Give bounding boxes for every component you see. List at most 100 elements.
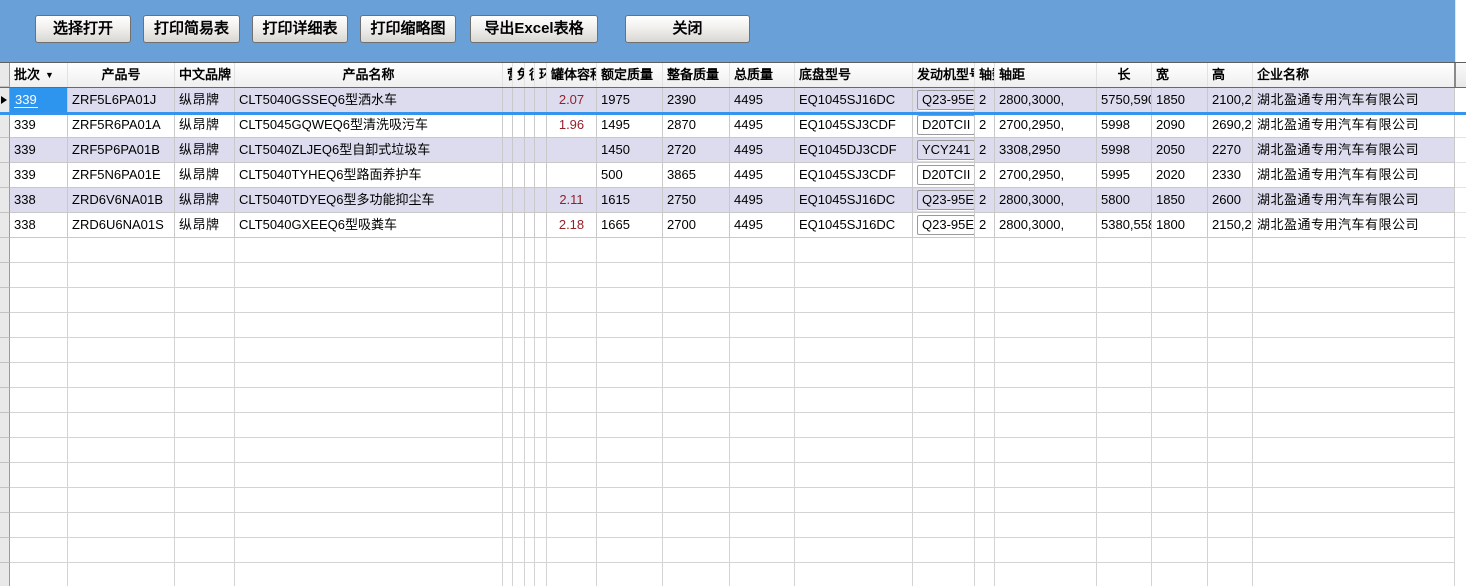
- choose-open-button[interactable]: 选择打开: [35, 15, 131, 43]
- engine-model-box[interactable]: Q23-95E: [917, 215, 975, 235]
- cell-product_no[interactable]: ZRF5N6PA01E: [68, 163, 175, 188]
- cell-f3[interactable]: [525, 188, 535, 213]
- cell-f3[interactable]: [525, 113, 535, 138]
- cell-tank[interactable]: [547, 163, 597, 188]
- cell-company[interactable]: 湖北盈通专用汽车有限公司: [1253, 163, 1455, 188]
- column-header-engine[interactable]: 发动机型号: [913, 63, 975, 87]
- cell-batch[interactable]: 338: [10, 213, 68, 238]
- row-selector-cell[interactable]: [0, 213, 10, 238]
- column-header-width[interactable]: 宽: [1152, 63, 1208, 87]
- cell-length[interactable]: 5750,5900: [1097, 88, 1152, 113]
- cell-curb[interactable]: 2700: [663, 213, 730, 238]
- cell-f2[interactable]: [513, 113, 525, 138]
- column-header-f2[interactable]: 免: [513, 63, 525, 87]
- cell-total[interactable]: 4495: [730, 188, 795, 213]
- cell-brand[interactable]: 纵昂牌: [175, 113, 235, 138]
- cell-f2[interactable]: [513, 88, 525, 113]
- cell-chassis[interactable]: EQ1045SJ16DC: [795, 88, 913, 113]
- cell-width[interactable]: 2090: [1152, 113, 1208, 138]
- cell-wheelbase[interactable]: 2800,3000,: [995, 213, 1097, 238]
- cell-brand[interactable]: 纵昂牌: [175, 88, 235, 113]
- cell-total[interactable]: 4495: [730, 138, 795, 163]
- cell-f1[interactable]: [503, 188, 513, 213]
- column-header-f1[interactable]: 营: [503, 63, 513, 87]
- cell-curb[interactable]: 2720: [663, 138, 730, 163]
- cell-total[interactable]: 4495: [730, 113, 795, 138]
- table-row[interactable]: 339ZRF5P6PA01B纵昂牌CLT5040ZLJEQ6型自卸式垃圾车145…: [0, 138, 1466, 163]
- cell-wheelbase[interactable]: 3308,2950: [995, 138, 1097, 163]
- cell-rated[interactable]: 1615: [597, 188, 663, 213]
- print-thumbnail-button[interactable]: 打印缩略图: [360, 15, 456, 43]
- cell-height[interactable]: 2150,2: [1208, 213, 1253, 238]
- cell-wheelbase[interactable]: 2700,2950,: [995, 113, 1097, 138]
- cell-engine[interactable]: Q23-95E: [913, 213, 975, 238]
- cell-width[interactable]: 1850: [1152, 88, 1208, 113]
- cell-rated[interactable]: 500: [597, 163, 663, 188]
- cell-company[interactable]: 湖北盈通专用汽车有限公司: [1253, 113, 1455, 138]
- cell-product_no[interactable]: ZRF5P6PA01B: [68, 138, 175, 163]
- engine-model-box[interactable]: D20TCII: [917, 115, 975, 135]
- cell-name[interactable]: CLT5040ZLJEQ6型自卸式垃圾车: [235, 138, 503, 163]
- cell-height[interactable]: 2600: [1208, 188, 1253, 213]
- cell-batch[interactable]: 338: [10, 188, 68, 213]
- table-row[interactable]: 339ZRF5R6PA01A纵昂牌CLT5045GQWEQ6型清洗吸污车1.96…: [0, 113, 1466, 138]
- cell-axles[interactable]: 2: [975, 113, 995, 138]
- cell-product_no[interactable]: ZRF5L6PA01J: [68, 88, 175, 113]
- print-simple-button[interactable]: 打印简易表: [143, 15, 240, 43]
- table-row[interactable]: 338ZRD6V6NA01B纵昂牌CLT5040TDYEQ6型多功能抑尘车2.1…: [0, 188, 1466, 213]
- cell-curb[interactable]: 3865: [663, 163, 730, 188]
- cell-rated[interactable]: 1975: [597, 88, 663, 113]
- engine-model-box[interactable]: Q23-95E: [917, 90, 975, 110]
- cell-width[interactable]: 2020: [1152, 163, 1208, 188]
- cell-rated[interactable]: 1665: [597, 213, 663, 238]
- row-selector-cell[interactable]: [0, 138, 10, 163]
- cell-total[interactable]: 4495: [730, 163, 795, 188]
- cell-wheelbase[interactable]: 2800,3000,: [995, 188, 1097, 213]
- cell-brand[interactable]: 纵昂牌: [175, 213, 235, 238]
- cell-f4[interactable]: [535, 88, 547, 113]
- column-header-product_no[interactable]: 产品号: [68, 63, 175, 87]
- cell-engine[interactable]: D20TCII: [913, 113, 975, 138]
- cell-tank[interactable]: 2.11: [547, 188, 597, 213]
- cell-tank[interactable]: 2.18: [547, 213, 597, 238]
- cell-width[interactable]: 2050: [1152, 138, 1208, 163]
- engine-model-box[interactable]: Q23-95E: [917, 190, 975, 210]
- cell-wheelbase[interactable]: 2700,2950,: [995, 163, 1097, 188]
- cell-tank[interactable]: 2.07: [547, 88, 597, 113]
- column-header-tank[interactable]: 罐体容积: [547, 63, 597, 87]
- cell-length[interactable]: 5380,5580: [1097, 213, 1152, 238]
- cell-height[interactable]: 2330: [1208, 163, 1253, 188]
- cell-width[interactable]: 1800: [1152, 213, 1208, 238]
- cell-axles[interactable]: 2: [975, 213, 995, 238]
- column-header-length[interactable]: 长: [1097, 63, 1152, 87]
- cell-name[interactable]: CLT5040GSSEQ6型洒水车: [235, 88, 503, 113]
- cell-f3[interactable]: [525, 213, 535, 238]
- cell-name[interactable]: CLT5040GXEEQ6型吸粪车: [235, 213, 503, 238]
- cell-wheelbase[interactable]: 2800,3000,: [995, 88, 1097, 113]
- cell-curb[interactable]: 2870: [663, 113, 730, 138]
- cell-total[interactable]: 4495: [730, 213, 795, 238]
- cell-f3[interactable]: [525, 163, 535, 188]
- column-header-total[interactable]: 总质量: [730, 63, 795, 87]
- cell-axles[interactable]: 2: [975, 188, 995, 213]
- cell-brand[interactable]: 纵昂牌: [175, 163, 235, 188]
- cell-axles[interactable]: 2: [975, 138, 995, 163]
- row-selector-cell[interactable]: [0, 188, 10, 213]
- cell-engine[interactable]: YCY241: [913, 138, 975, 163]
- column-header-f3[interactable]: 征: [525, 63, 535, 87]
- column-header-wheelbase[interactable]: 轴距: [995, 63, 1097, 87]
- cell-name[interactable]: CLT5040TYHEQ6型路面养护车: [235, 163, 503, 188]
- cell-f1[interactable]: [503, 138, 513, 163]
- cell-rated[interactable]: 1495: [597, 113, 663, 138]
- column-header-f4[interactable]: 环: [535, 63, 547, 87]
- table-row[interactable]: 339ZRF5N6PA01E纵昂牌CLT5040TYHEQ6型路面养护车5003…: [0, 163, 1466, 188]
- cell-f1[interactable]: [503, 88, 513, 113]
- cell-axles[interactable]: 2: [975, 88, 995, 113]
- cell-f2[interactable]: [513, 188, 525, 213]
- cell-product_no[interactable]: ZRF5R6PA01A: [68, 113, 175, 138]
- cell-batch[interactable]: 339: [10, 113, 68, 138]
- cell-brand[interactable]: 纵昂牌: [175, 138, 235, 163]
- cell-chassis[interactable]: EQ1045SJ3CDF: [795, 163, 913, 188]
- column-header-rated[interactable]: 额定质量: [597, 63, 663, 87]
- cell-tank[interactable]: 1.96: [547, 113, 597, 138]
